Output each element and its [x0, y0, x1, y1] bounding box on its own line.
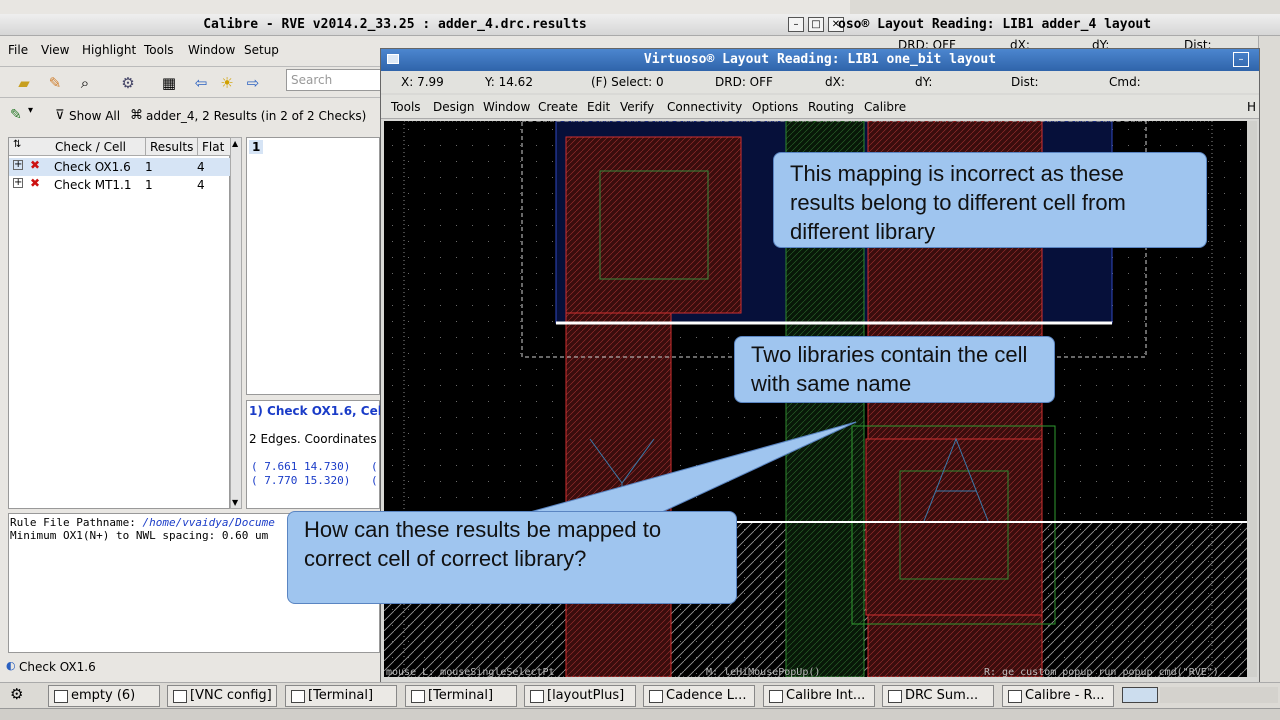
callout-incorrect-mapping: This mapping is incorrect as these resul…	[773, 152, 1207, 248]
taskbar-item[interactable]: [Terminal]	[405, 685, 517, 707]
taskbar-item[interactable]: DRC Sum...	[882, 685, 994, 707]
taskbar-item[interactable]: [Terminal]	[285, 685, 397, 707]
taskbar: ⚙ empty (6) [VNC config] [Terminal] [Ter…	[0, 682, 1280, 708]
bottom-scrollbar[interactable]	[0, 708, 1280, 720]
callout-question: How can these results be mapped to corre…	[287, 511, 737, 604]
taskbar-item[interactable]: [VNC config]	[167, 685, 277, 707]
system-menu-icon[interactable]: ⚙	[10, 685, 23, 703]
taskbar-item[interactable]: empty (6)	[48, 685, 160, 707]
callout-two-libraries: Two libraries contain the cell with same…	[734, 336, 1055, 403]
taskbar-item[interactable]: Calibre - R...	[1002, 685, 1114, 707]
taskbar-item[interactable]: Cadence L...	[643, 685, 755, 707]
workspace-switcher-icon[interactable]	[1122, 687, 1158, 703]
workspace-area[interactable]	[1160, 687, 1278, 703]
callout-pointer	[529, 421, 857, 513]
taskbar-item[interactable]: [layoutPlus]	[524, 685, 636, 707]
taskbar-item[interactable]: Calibre Int...	[763, 685, 875, 707]
